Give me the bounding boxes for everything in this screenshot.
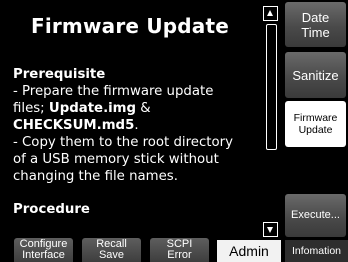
information-tab[interactable]: Infomation: [285, 240, 348, 262]
instruction-text: files;: [13, 101, 49, 116]
filename-update-img: Update.img: [48, 101, 137, 116]
instruction-line: - Copy them to the root directory: [13, 135, 233, 150]
tab-label-line: Interface: [22, 249, 65, 261]
filename-checksum: CHECKSUM.md5: [13, 118, 135, 133]
instructions-panel: Prerequisite - Prepare the firmware upda…: [13, 66, 260, 238]
instruction-line: - Prepare the firmware update: [13, 84, 214, 99]
sanitize-softkey[interactable]: Sanitize: [285, 52, 346, 98]
tab-label-line: Error: [167, 249, 192, 261]
admin-tab[interactable]: Admin: [217, 240, 281, 262]
execute-softkey[interactable]: Execute...: [285, 194, 346, 237]
tab-label-line: Save: [98, 249, 125, 261]
scpi-error-tab[interactable]: SCPI Error: [150, 238, 209, 262]
recall-save-tab[interactable]: Recall Save: [82, 238, 141, 262]
configure-interface-tab[interactable]: Configure Interface: [14, 238, 73, 262]
page-title: Firmware Update: [30, 14, 230, 38]
scroll-down-arrow-icon[interactable]: [263, 222, 278, 237]
scroll-up-arrow-icon[interactable]: [263, 6, 278, 21]
procedure-heading: Procedure: [13, 202, 90, 217]
instruction-line: of a USB memory stick without: [13, 152, 219, 167]
instruction-text: .: [134, 118, 139, 133]
instruction-line: changing the file names.: [13, 169, 178, 184]
instrument-screen: Firmware Update Prerequisite - Prepare t…: [0, 0, 348, 262]
instruction-text: &: [136, 101, 151, 116]
prerequisite-heading: Prerequisite: [13, 67, 106, 82]
firmware-update-softkey[interactable]: Firmware Update: [285, 101, 346, 147]
scrollbar-thumb[interactable]: [266, 24, 277, 150]
date-time-softkey[interactable]: Date Time: [285, 2, 346, 47]
instruction-line: CHECKSUM.md5.: [13, 117, 260, 134]
instruction-line: files; Update.img &: [13, 100, 260, 117]
